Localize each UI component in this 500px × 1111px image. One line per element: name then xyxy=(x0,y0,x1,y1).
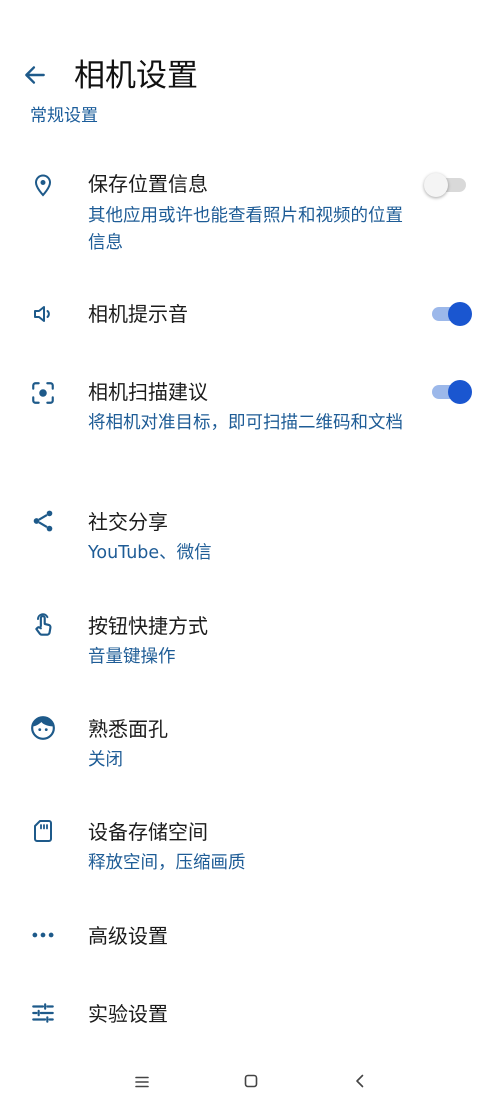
setting-label: 按钮快捷方式 xyxy=(88,614,208,638)
setting-label: 社交分享 xyxy=(88,510,168,534)
more-dots-icon xyxy=(28,920,58,950)
setting-description: 音量键操作 xyxy=(88,647,176,667)
speaker-icon xyxy=(28,299,58,329)
home-icon xyxy=(243,1073,259,1093)
setting-description: 释放空间，压缩画质 xyxy=(88,853,246,873)
location-pin-icon xyxy=(28,170,58,200)
section-label: 常规设置 xyxy=(30,106,98,124)
scan-icon xyxy=(28,378,58,408)
setting-label: 实验设置 xyxy=(88,1002,168,1026)
setting-description: 将相机对准目标，即可扫描二维码和文档 xyxy=(88,413,403,433)
nav-back-button[interactable] xyxy=(345,1068,375,1098)
setting-label: 高级设置 xyxy=(88,924,168,948)
arrow-left-icon xyxy=(22,62,48,92)
back-icon xyxy=(352,1073,368,1093)
setting-scan-suggestions[interactable]: 相机扫描建议 将相机对准目标，即可扫描二维码和文档 xyxy=(0,368,500,478)
setting-social-share[interactable]: 社交分享 YouTube、微信 xyxy=(0,498,500,578)
system-navbar xyxy=(0,1058,500,1111)
sliders-icon xyxy=(28,998,58,1028)
page-title: 相机设置 xyxy=(74,58,198,94)
sd-card-icon xyxy=(28,816,58,846)
nav-home-button[interactable] xyxy=(236,1068,266,1098)
menu-icon xyxy=(134,1074,150,1093)
setting-familiar-faces[interactable]: 熟悉面孔 关闭 xyxy=(0,705,500,785)
setting-advanced[interactable]: 高级设置 xyxy=(0,912,500,962)
setting-experimental[interactable]: 实验设置 xyxy=(0,990,500,1040)
app-header: 相机设置 xyxy=(0,0,500,110)
setting-button-shortcuts[interactable]: 按钮快捷方式 音量键操作 xyxy=(0,602,500,682)
share-icon xyxy=(28,506,58,536)
setting-description: 关闭 xyxy=(88,750,123,770)
section-header: 常规设置 xyxy=(30,100,230,124)
setting-label: 相机扫描建议 xyxy=(88,380,208,404)
setting-label: 相机提示音 xyxy=(88,302,188,326)
setting-label: 熟悉面孔 xyxy=(88,717,168,741)
setting-description: 其他应用或许也能查看照片和视频的位置信息 xyxy=(88,206,403,253)
setting-description: YouTube、微信 xyxy=(88,543,212,563)
setting-label: 设备存储空间 xyxy=(88,820,208,844)
camera-sound-toggle[interactable] xyxy=(430,299,474,329)
face-icon xyxy=(28,713,58,743)
setting-save-location[interactable]: 保存位置信息 其他应用或许也能查看照片和视频的位置信息 xyxy=(0,160,500,270)
touch-icon xyxy=(28,610,58,640)
save-location-toggle[interactable] xyxy=(424,170,474,200)
scan-suggestions-toggle[interactable] xyxy=(430,377,474,407)
setting-device-storage[interactable]: 设备存储空间 释放空间，压缩画质 xyxy=(0,808,500,888)
nav-menu-button[interactable] xyxy=(127,1068,157,1098)
back-button[interactable] xyxy=(20,62,50,92)
setting-label: 保存位置信息 xyxy=(88,172,208,196)
setting-camera-sound[interactable]: 相机提示音 xyxy=(0,290,500,340)
